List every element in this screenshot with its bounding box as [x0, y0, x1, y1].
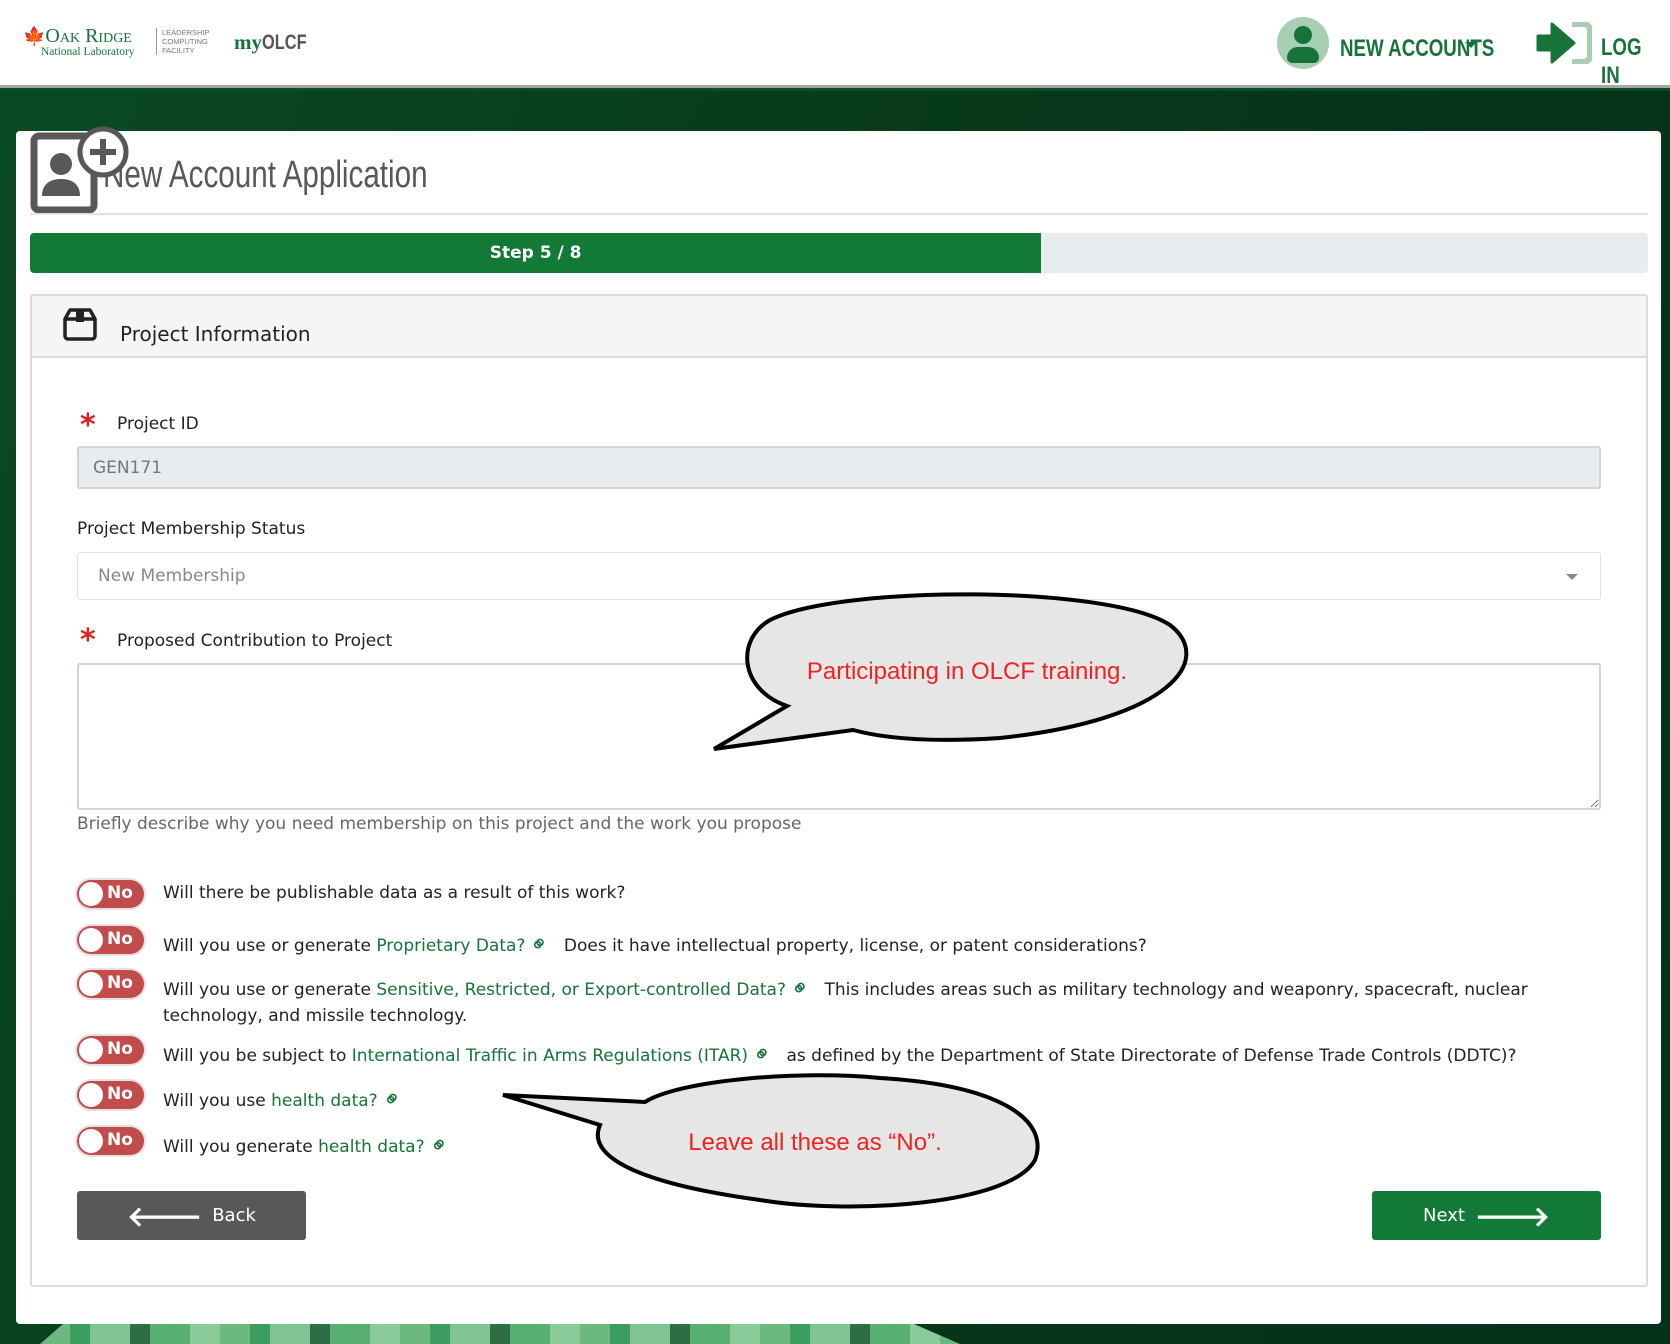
progress-label: Step 5 / 8: [489, 243, 582, 263]
question-prefix: Will you use or generate: [163, 980, 377, 1000]
question-text: Will there be publishable data as a resu…: [163, 880, 1603, 906]
toggle-knob: [79, 1038, 103, 1062]
toggle-switch[interactable]: No: [77, 1036, 144, 1064]
question-text: Will you be subject to International Tra…: [163, 1039, 1603, 1070]
link-icon[interactable]: ⚭: [748, 1039, 779, 1070]
caret-down-icon: [1465, 42, 1477, 48]
toggle-switch[interactable]: No: [77, 1081, 144, 1109]
toggle-knob: [79, 928, 103, 952]
question-suffix: Does it have intellectual property, lice…: [563, 936, 1147, 956]
toggle-label: No: [107, 973, 133, 993]
box-icon: [63, 308, 97, 341]
toggle-knob: [79, 1083, 103, 1107]
toggle-switch[interactable]: No: [77, 926, 144, 954]
info-link[interactable]: International Traffic in Arms Regulation…: [352, 1046, 748, 1066]
login-icon[interactable]: [1536, 22, 1592, 64]
question-prefix: Will you generate: [163, 1137, 319, 1157]
link-icon[interactable]: ⚭: [786, 973, 817, 1004]
top-navbar: 🍁​Oak Ridge National Laboratory LEADERSH…: [0, 0, 1670, 90]
info-link[interactable]: health data?: [271, 1091, 378, 1111]
question-text: Will you use or generate Sensitive, Rest…: [163, 973, 1603, 1029]
toggle-label: No: [107, 883, 133, 903]
new-accounts-menu[interactable]: NEW ACCOUNTS: [1340, 34, 1538, 63]
link-icon[interactable]: ⚭: [525, 929, 556, 960]
panel-header: Project Information: [32, 296, 1646, 358]
toggle-knob: [79, 882, 103, 906]
question-prefix: Will you use: [163, 1091, 272, 1111]
back-button[interactable]: 🡐 Back: [77, 1191, 306, 1240]
question-text: Will you use health data?⚭: [163, 1084, 1603, 1115]
progress-bar: Step 5 / 8: [30, 233, 1648, 273]
info-link[interactable]: Proprietary Data?: [376, 936, 525, 956]
question-prefix: Will you use or generate: [163, 936, 377, 956]
question-prefix: Will there be publishable data as a resu…: [163, 883, 626, 903]
question-suffix: as defined by the Department of State Di…: [786, 1046, 1517, 1066]
user-avatar-icon[interactable]: [1277, 17, 1329, 69]
ornl-logo[interactable]: 🍁​Oak Ridge National Laboratory: [23, 26, 153, 60]
required-asterisk: *: [80, 623, 96, 658]
next-button[interactable]: Next 🡒: [1372, 1191, 1601, 1240]
progress-fill: Step 5 / 8: [30, 233, 1042, 273]
toggle-label: No: [107, 1130, 133, 1150]
olcf-facility-logo: LEADERSHIP COMPUTING FACILITY: [156, 28, 210, 55]
title-divider: [30, 213, 1648, 215]
toggle-knob: [79, 1129, 103, 1153]
toggle-label: No: [107, 929, 133, 949]
question-prefix: Will you be subject to: [163, 1046, 352, 1066]
info-link[interactable]: Sensitive, Restricted, or Export-control…: [376, 980, 786, 1000]
question-text: Will you use or generate Proprietary Dat…: [163, 929, 1603, 960]
annotation-text-1: Participating in OLCF training.: [806, 658, 1128, 685]
membership-status-label: Project Membership Status: [77, 519, 306, 539]
required-asterisk: *: [80, 408, 96, 443]
chevron-down-icon: [1566, 574, 1578, 580]
link-icon[interactable]: ⚭: [377, 1084, 408, 1115]
toggle-switch[interactable]: No: [77, 880, 144, 908]
contribution-help-text: Briefly describe why you need membership…: [77, 814, 802, 834]
panel-title: Project Information: [120, 322, 311, 346]
contribution-label: Proposed Contribution to Project: [117, 631, 393, 651]
project-id-label: Project ID: [117, 414, 199, 434]
myolcf-brand[interactable]: myOLCF: [234, 30, 319, 55]
project-id-input[interactable]: [77, 446, 1601, 489]
toggle-knob: [79, 972, 103, 996]
page-title: New Account Application: [103, 154, 428, 196]
arrow-left-icon: 🡐: [127, 1199, 203, 1233]
login-link[interactable]: LOG IN: [1601, 34, 1670, 90]
toggle-switch[interactable]: No: [77, 970, 144, 998]
info-link[interactable]: health data?: [318, 1137, 425, 1157]
annotation-text-2: Leave all these as “No”.: [688, 1129, 942, 1156]
toggle-label: No: [107, 1084, 133, 1104]
toggle-label: No: [107, 1039, 133, 1059]
toggle-switch[interactable]: No: [77, 1127, 144, 1155]
membership-status-select[interactable]: New Membership: [77, 552, 1601, 600]
link-icon[interactable]: ⚭: [424, 1130, 455, 1161]
arrow-right-icon: 🡒: [1474, 1199, 1551, 1233]
